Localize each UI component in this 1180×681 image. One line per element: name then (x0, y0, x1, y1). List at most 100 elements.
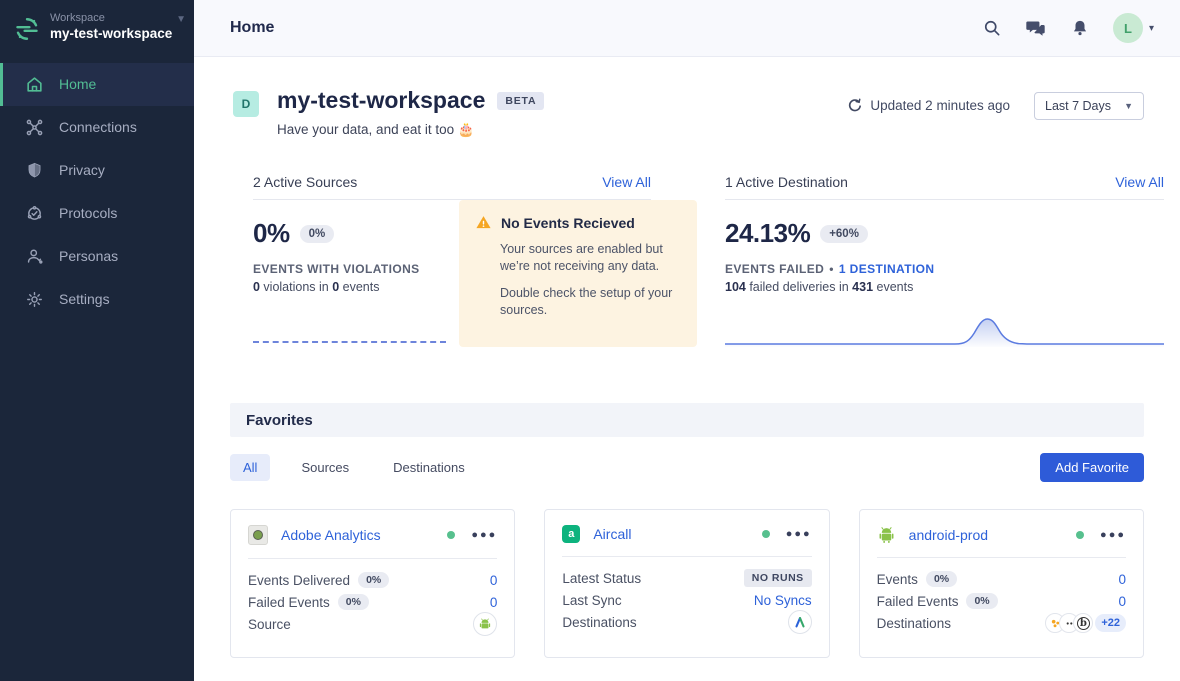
tab-sources[interactable]: Sources (288, 454, 362, 481)
row-value-link[interactable]: 0 (490, 573, 498, 588)
row-value-link[interactable]: 0 (490, 595, 498, 610)
user-avatar[interactable]: L (1113, 13, 1143, 43)
workspace-subtitle: Have your data, and eat it too 🎂 (277, 122, 544, 138)
warning-title: No Events Recieved (501, 215, 635, 231)
favorite-card-aircall: a Aircall ●●● Latest Status NO RUNS Last… (544, 509, 829, 658)
android-logo-icon[interactable] (473, 612, 497, 636)
sidebar-item-privacy[interactable]: Privacy (0, 149, 194, 192)
card-row: Last Sync No Syncs (562, 589, 811, 611)
top-header: Home (194, 0, 1180, 57)
card-title-link[interactable]: Aircall (593, 526, 631, 542)
sources-column: 2 Active Sources View All 0% 0% EVENTS W… (253, 174, 651, 347)
app-root: Workspace my-test-workspace ▼ Home (0, 0, 1180, 681)
date-range-select[interactable]: Last 7 Days ▼ (1034, 92, 1144, 120)
workspace-label: Workspace (50, 12, 172, 26)
card-menu-icon[interactable]: ●●● (786, 528, 812, 540)
workspace-switcher[interactable]: Workspace my-test-workspace ▼ (0, 0, 194, 57)
row-badge: 0% (358, 572, 389, 588)
card-menu-icon[interactable]: ●●● (1100, 529, 1126, 541)
status-dot (762, 530, 770, 538)
row-badge: 0% (338, 594, 369, 610)
row-label: Destinations (877, 616, 951, 631)
workspace-text: Workspace my-test-workspace (50, 12, 172, 43)
row-badge: 0% (966, 593, 997, 609)
row-label: Latest Status (562, 571, 641, 586)
events-failed-value: 24.13% (725, 218, 810, 249)
warning-triangle-icon (475, 214, 492, 231)
hero-text: my-test-workspace BETA Have your data, a… (277, 87, 544, 138)
events-failed-label: EVENTS FAILED (725, 262, 824, 276)
more-destinations-count[interactable]: +22 (1095, 614, 1126, 632)
destinations-view-all-link[interactable]: View All (1115, 174, 1164, 190)
sidebar-item-home[interactable]: Home (0, 63, 194, 106)
violations-delta-badge: 0% (300, 225, 335, 243)
destination-logos-stack[interactable]: b +22 (1045, 613, 1126, 633)
home-icon (24, 74, 44, 94)
row-badge: 0% (926, 571, 957, 587)
sidebar-item-personas[interactable]: Personas (0, 235, 194, 278)
sidebar-item-label: Personas (59, 248, 118, 264)
personas-icon (24, 246, 44, 266)
connections-icon (24, 117, 44, 137)
sidebar-item-label: Settings (59, 291, 110, 307)
page-title: Home (230, 19, 274, 37)
card-title-link[interactable]: Adobe Analytics (281, 527, 381, 543)
refresh-icon (847, 98, 862, 113)
user-menu[interactable]: L ▾ (1113, 13, 1154, 43)
sidebar-item-label: Home (59, 76, 96, 92)
content: D my-test-workspace BETA Have your data,… (194, 57, 1180, 681)
sidebar-item-label: Protocols (59, 205, 117, 221)
tab-destinations[interactable]: Destinations (380, 454, 478, 481)
notifications-bell-icon[interactable] (1069, 17, 1091, 39)
destination-count-link[interactable]: 1 DESTINATION (839, 262, 935, 276)
metric-separator: • (829, 262, 834, 276)
card-row: Failed Events 0% 0 (877, 590, 1126, 612)
tab-all[interactable]: All (230, 454, 270, 481)
add-favorite-button[interactable]: Add Favorite (1040, 453, 1144, 482)
warning-body-1: Your sources are enabled but we’re not r… (500, 241, 681, 275)
row-value-link[interactable]: 0 (1118, 572, 1126, 587)
events-failed-delta-badge: +60% (820, 225, 868, 243)
chat-icon[interactable] (1025, 17, 1047, 39)
workspace-title: my-test-workspace (277, 87, 485, 114)
sources-header: 2 Active Sources (253, 174, 357, 190)
aircall-logo-icon: a (562, 525, 580, 543)
destinations-column: 1 Active Destination View All 24.13% +60… (725, 174, 1164, 347)
row-label: Failed Events (248, 595, 330, 610)
row-label: Events Delivered (248, 573, 350, 588)
stats-section: 2 Active Sources View All 0% 0% EVENTS W… (253, 174, 1164, 347)
android-logo-icon (877, 525, 896, 544)
warning-body-2: Double check the setup of your sources. (500, 285, 681, 319)
violations-subtext: 0 violations in 0 events (253, 280, 446, 294)
sidebar-item-protocols[interactable]: Protocols (0, 192, 194, 235)
row-label: Failed Events (877, 594, 959, 609)
b-logo-icon: b (1073, 613, 1093, 633)
card-title-link[interactable]: android-prod (909, 527, 988, 543)
card-row: Latest Status NO RUNS (562, 567, 811, 589)
no-runs-badge: NO RUNS (744, 569, 812, 587)
destination-a-logo-icon[interactable] (788, 610, 812, 634)
sources-view-all-link[interactable]: View All (602, 174, 651, 190)
row-value-link[interactable]: No Syncs (754, 593, 812, 608)
date-range-value: Last 7 Days (1045, 99, 1111, 113)
events-failed-subtext: 104 failed deliveries in 431 events (725, 280, 1164, 294)
workspace-avatar: D (233, 91, 259, 117)
search-icon[interactable] (981, 17, 1003, 39)
adobe-analytics-logo-icon (248, 525, 268, 545)
divider (248, 558, 497, 559)
favorites-header-band: Favorites (230, 403, 1144, 437)
row-value-link[interactable]: 0 (1118, 594, 1126, 609)
sidebar: Workspace my-test-workspace ▼ Home (0, 0, 194, 681)
beta-badge: BETA (497, 92, 544, 110)
sidebar-item-label: Privacy (59, 162, 105, 178)
card-menu-icon[interactable]: ●●● (471, 529, 497, 541)
privacy-icon (24, 160, 44, 180)
sidebar-item-label: Connections (59, 119, 137, 135)
favorites-title: Favorites (246, 412, 313, 429)
sidebar-item-settings[interactable]: Settings (0, 278, 194, 321)
card-row: Events 0% 0 (877, 568, 1126, 590)
hero-controls: Updated 2 minutes ago Last 7 Days ▼ (847, 87, 1144, 138)
violations-value: 0% (253, 218, 290, 249)
sidebar-item-connections[interactable]: Connections (0, 106, 194, 149)
row-label: Source (248, 617, 291, 632)
